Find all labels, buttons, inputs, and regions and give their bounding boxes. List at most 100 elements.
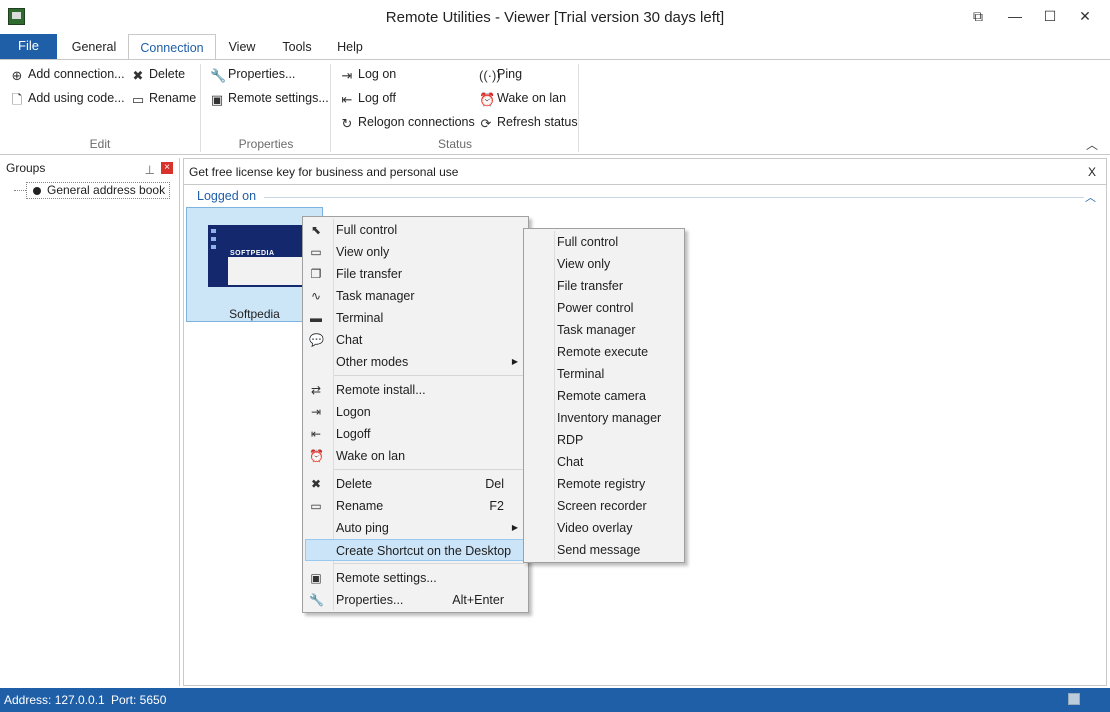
properties-button[interactable]: 🔧 Properties... <box>210 64 295 84</box>
menu-item-remote-install[interactable]: ⇄ Remote install... <box>305 379 526 401</box>
tab-tools[interactable]: Tools <box>274 34 320 60</box>
rename-button[interactable]: ▭ Rename <box>131 88 196 108</box>
delete-icon: ✖ <box>132 68 144 83</box>
menu-item-terminal[interactable]: ▬ Terminal <box>305 307 526 329</box>
submenu-item-inventory-manager[interactable]: Inventory manager <box>526 407 682 429</box>
submenu-item-terminal[interactable]: Terminal <box>526 363 682 385</box>
tree-item-general-address-book[interactable]: General address book <box>26 182 171 199</box>
menu-item-delete[interactable]: ✖ Delete Del <box>305 473 526 495</box>
preview-logo: SOFTPEDIA <box>230 250 275 257</box>
tab-connection[interactable]: Connection <box>128 34 216 60</box>
tab-file[interactable]: File <box>0 34 57 60</box>
ribbon-divider <box>578 64 579 152</box>
menu-separator <box>334 469 524 470</box>
menu-item-logon[interactable]: ⇥ Logon <box>305 401 526 423</box>
submenu-item-power-control[interactable]: Power control <box>526 297 682 319</box>
add-icon: ⊕ <box>11 68 23 83</box>
maximize-button[interactable]: ☐ <box>1038 6 1062 26</box>
submenu-item-full-control[interactable]: Full control <box>526 231 682 253</box>
tab-general[interactable]: General <box>62 34 126 60</box>
submenu-arrow-icon: ▶ <box>511 357 518 366</box>
other-modes-submenu: Full control View only File transfer Pow… <box>523 228 685 563</box>
ribbon: ⊕ Add connection... 🗋 Add using code... ✖ D… <box>0 59 1110 155</box>
close-button[interactable]: ✕ <box>1073 6 1097 26</box>
alarm-icon: ⏰ <box>309 449 324 463</box>
log-on-button[interactable]: ⇥ Log on <box>340 64 397 84</box>
shortcut-f2: F2 <box>489 499 504 513</box>
collapse-ribbon-icon[interactable]: ︿ <box>1086 136 1098 153</box>
menu-item-auto-ping[interactable]: Auto ping ▶ <box>305 517 526 539</box>
submenu-item-screen-recorder[interactable]: Screen recorder <box>526 495 682 517</box>
ribbon-tabs: File General Connection View Tools Help <box>0 34 1110 60</box>
submenu-item-remote-execute[interactable]: Remote execute <box>526 341 682 363</box>
pulse-icon: ∿ <box>310 289 322 303</box>
status-bar: Address: 127.0.0.1 Port: 5650 <box>0 688 1110 712</box>
remote-settings-button[interactable]: ▣ Remote settings... <box>210 88 329 108</box>
remote-settings-icon: ▣ <box>310 571 322 585</box>
log-off-button[interactable]: ⇤ Log off <box>340 88 396 108</box>
menu-item-file-transfer[interactable]: ❐ File transfer <box>305 263 526 285</box>
pin-icon[interactable]: ⊥ <box>145 160 155 180</box>
menu-item-remote-settings[interactable]: ▣ Remote settings... <box>305 567 526 589</box>
delete-icon: ✖ <box>310 477 322 491</box>
menu-item-chat[interactable]: 💬 Chat <box>305 329 526 351</box>
resize-grip-icon[interactable] <box>1068 693 1080 705</box>
menu-item-create-shortcut[interactable]: Create Shortcut on the Desktop <box>305 539 526 561</box>
menu-item-logoff[interactable]: ⇤ Logoff <box>305 423 526 445</box>
add-connection-button[interactable]: ⊕ Add connection... <box>10 64 125 84</box>
submenu-item-remote-camera[interactable]: Remote camera <box>526 385 682 407</box>
status-port: Port: 5650 <box>111 693 167 707</box>
menu-item-properties[interactable]: 🔧 Properties... Alt+Enter <box>305 589 526 611</box>
files-icon: ❐ <box>310 267 322 281</box>
banner-text: Get free license key for business and pe… <box>189 165 459 179</box>
submenu-item-chat[interactable]: Chat <box>526 451 682 473</box>
close-panel-button[interactable]: × <box>161 162 173 174</box>
preview-window <box>228 257 302 285</box>
logon-icon: ⇥ <box>341 68 353 83</box>
ping-button[interactable]: ((·))Ping <box>479 64 522 84</box>
logon-icon: ⇥ <box>310 405 322 419</box>
title-bar: Remote Utilities - Viewer [Trial version… <box>0 0 1110 34</box>
refresh-status-button[interactable]: ⟳ Refresh status <box>479 112 578 132</box>
submenu-item-remote-registry[interactable]: Remote registry <box>526 473 682 495</box>
screen-preview: SOFTPEDIA <box>208 225 303 287</box>
rename-icon: ▭ <box>131 92 145 107</box>
sync-icon: ⇄ <box>310 383 322 397</box>
chevron-up-icon[interactable]: ︿ <box>1085 189 1096 205</box>
add-using-code-button[interactable]: 🗋 Add using code... <box>10 88 125 108</box>
submenu-item-view-only[interactable]: View only <box>526 253 682 275</box>
banner-close-button[interactable]: X <box>1088 159 1096 185</box>
submenu-item-rdp[interactable]: RDP <box>526 429 682 451</box>
refresh-icon: ⟳ <box>480 116 492 131</box>
submenu-item-task-manager[interactable]: Task manager <box>526 319 682 341</box>
remote-settings-icon: ▣ <box>210 92 224 107</box>
menu-item-full-control[interactable]: ⬉ Full control <box>305 219 526 241</box>
ping-icon: ((·)) <box>479 68 501 83</box>
menu-item-task-manager[interactable]: ∿ Task manager <box>305 285 526 307</box>
menu-item-view-only[interactable]: ▭ View only <box>305 241 526 263</box>
minimize-button[interactable]: — <box>1003 6 1027 26</box>
window-title: Remote Utilities - Viewer [Trial version… <box>385 9 725 26</box>
document-icon: 🗋 <box>11 92 23 107</box>
wake-on-lan-button[interactable]: ⏰ Wake on lan <box>479 88 566 108</box>
menu-item-wake-on-lan[interactable]: ⏰ Wake on lan <box>305 445 526 467</box>
license-banner[interactable]: Get free license key for business and pe… <box>184 159 1106 185</box>
tab-view[interactable]: View <box>220 34 264 60</box>
groups-title: Groups <box>6 161 46 175</box>
tab-help[interactable]: Help <box>330 34 370 60</box>
submenu-item-send-message[interactable]: Send message <box>526 539 682 561</box>
menu-item-rename[interactable]: ▭ Rename F2 <box>305 495 526 517</box>
relogon-button[interactable]: ↻ Relogon connections <box>340 112 475 132</box>
delete-button[interactable]: ✖ Delete <box>131 64 186 84</box>
restore-icon[interactable]: ⧉ <box>966 6 990 26</box>
group-label-status: Status <box>437 137 473 151</box>
shortcut-del: Del <box>485 477 504 491</box>
shortcut-alt-enter: Alt+Enter <box>452 593 504 607</box>
group-label-properties: Properties <box>238 137 294 151</box>
groups-panel: Groups ⊥ × General address book <box>0 158 180 686</box>
submenu-item-file-transfer[interactable]: File transfer <box>526 275 682 297</box>
alarm-icon: ⏰ <box>479 92 496 107</box>
section-logged-on[interactable]: Logged on <box>197 189 256 203</box>
submenu-item-video-overlay[interactable]: Video overlay <box>526 517 682 539</box>
menu-item-other-modes[interactable]: Other modes ▶ <box>305 351 526 373</box>
